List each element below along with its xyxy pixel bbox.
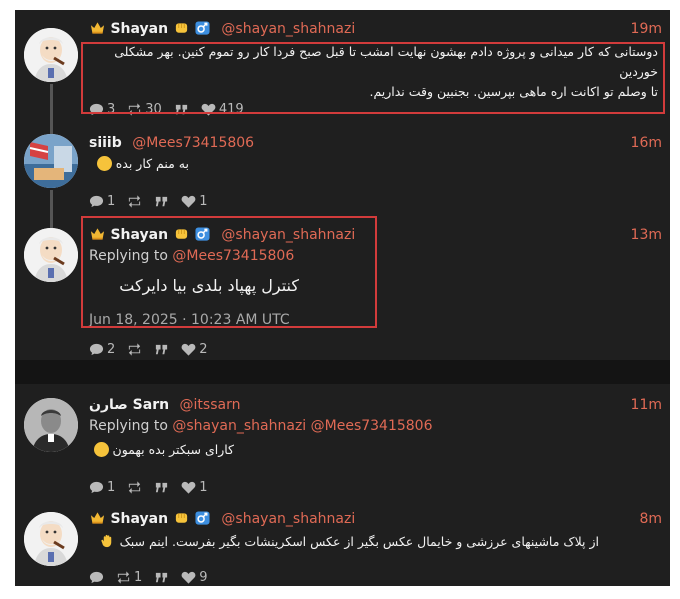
reply-button[interactable]: 1 <box>89 480 115 495</box>
reply-count: 1 <box>107 193 116 209</box>
reply-count: 2 <box>107 341 116 357</box>
repost-button[interactable]: 1 <box>116 570 142 585</box>
author-handle[interactable]: @itssarn <box>180 397 241 413</box>
reply-button[interactable]: 1 <box>89 194 115 209</box>
post-text-content: از پلاک ماشینهای عرزشی و خایمال عکس بگیر… <box>119 534 599 549</box>
reply-button[interactable]: 2 <box>89 342 115 357</box>
thread-post[interactable]: Shayan @shayan_shahnazi 8m از پلاک ماشین… <box>15 508 670 586</box>
heart-icon <box>181 570 196 585</box>
crown-emoji-icon <box>90 20 105 34</box>
quote-marks-icon <box>154 570 169 585</box>
author-handle[interactable]: @Mees73415806 <box>132 135 254 151</box>
post-header: صارن Sarn @itssarn 11m <box>89 394 670 416</box>
quote-button[interactable] <box>154 570 169 585</box>
fist-emoji-icon <box>174 510 189 524</box>
post-actions: 1 1 <box>89 192 208 210</box>
quote-marks-icon <box>154 342 169 357</box>
repost-button[interactable] <box>127 342 142 357</box>
post-text: از پلاک ماشینهای عرزشی و خایمال عکس بگیر… <box>89 532 599 552</box>
avatar[interactable] <box>24 512 78 566</box>
repost-arrows-icon <box>127 342 142 357</box>
author-name[interactable]: siiib <box>89 135 122 151</box>
author-name[interactable]: Shayan <box>110 21 168 37</box>
replying-to: Replying to @shayan_shahnazi @Mees734158… <box>89 416 433 436</box>
post-actions: 2 2 <box>89 340 208 358</box>
repost-button[interactable] <box>127 194 142 209</box>
post-text: به منم کار بده <box>89 154 189 174</box>
like-button[interactable]: 1 <box>181 479 208 495</box>
author-handle[interactable]: @shayan_shahnazi <box>221 21 355 37</box>
quote-marks-icon <box>154 194 169 209</box>
post-time[interactable]: 11m <box>631 394 662 416</box>
raised-hand-emoji-icon <box>100 533 115 547</box>
fist-emoji-icon <box>174 20 189 34</box>
post-time[interactable]: 8m <box>639 508 662 530</box>
like-button[interactable]: 9 <box>181 569 208 585</box>
quote-marks-icon <box>154 480 169 495</box>
speech-bubble-icon <box>89 480 104 495</box>
like-count: 2 <box>199 341 208 357</box>
crown-emoji-icon <box>90 510 105 524</box>
author-handle[interactable]: @shayan_shahnazi <box>221 511 355 527</box>
speech-bubble-icon <box>89 570 104 585</box>
replying-to-handle[interactable]: @shayan_shahnazi @Mees73415806 <box>172 418 432 434</box>
author-name[interactable]: صارن Sarn <box>89 397 169 413</box>
repost-arrows-icon <box>127 194 142 209</box>
repost-count: 1 <box>134 569 143 585</box>
pleading-face-emoji-icon <box>96 156 112 171</box>
like-count: 9 <box>199 569 208 585</box>
reply-count: 1 <box>107 479 116 495</box>
post-text-content: کارای سبکتر بده بهمون <box>112 442 234 457</box>
repost-button[interactable] <box>127 480 142 495</box>
highlight-box <box>81 42 665 114</box>
pleading-face-emoji-icon <box>93 442 109 457</box>
thread-post[interactable]: siiib @Mees73415806 16m به منم کار بده 1… <box>15 130 670 230</box>
post-time[interactable]: 13m <box>631 224 662 246</box>
post-actions: 1 9 <box>89 568 208 586</box>
highlight-box <box>81 216 377 328</box>
author-name[interactable]: Shayan <box>110 511 168 527</box>
avatar[interactable] <box>24 28 78 82</box>
thread-connector-line <box>50 84 53 136</box>
thread-container: Shayan @shayan_shahnazi 19m دوستانی که ک… <box>15 10 670 586</box>
male-sign-icon <box>195 510 210 524</box>
like-button[interactable]: 1 <box>181 193 208 209</box>
like-count: 1 <box>199 193 208 209</box>
replying-to-label: Replying to <box>89 418 168 434</box>
post-text: کارای سبکتر بده بهمون <box>89 440 234 460</box>
post-time[interactable]: 16m <box>631 132 662 154</box>
quote-button[interactable] <box>154 480 169 495</box>
post-text-content: به منم کار بده <box>115 156 189 171</box>
post-time[interactable]: 19m <box>631 18 662 40</box>
avatar[interactable] <box>24 228 78 282</box>
speech-bubble-icon <box>89 342 104 357</box>
quote-button[interactable] <box>154 342 169 357</box>
heart-icon <box>181 342 196 357</box>
heart-icon <box>181 480 196 495</box>
avatar[interactable] <box>24 398 78 452</box>
post-header: Shayan @shayan_shahnazi 8m <box>89 508 670 530</box>
heart-icon <box>181 194 196 209</box>
thread-separator <box>15 360 670 384</box>
reply-button[interactable] <box>89 570 104 585</box>
thread-post[interactable]: صارن Sarn @itssarn 11m Replying to @shay… <box>15 394 670 496</box>
post-header: Shayan @shayan_shahnazi 19m <box>89 18 670 40</box>
repost-arrows-icon <box>127 480 142 495</box>
speech-bubble-icon <box>89 194 104 209</box>
avatar[interactable] <box>24 134 78 188</box>
like-button[interactable]: 2 <box>181 341 208 357</box>
like-count: 1 <box>199 479 208 495</box>
quote-button[interactable] <box>154 194 169 209</box>
repost-arrows-icon <box>116 570 131 585</box>
post-actions: 1 1 <box>89 478 208 496</box>
post-header: siiib @Mees73415806 16m <box>89 132 670 154</box>
male-sign-icon <box>195 20 210 34</box>
